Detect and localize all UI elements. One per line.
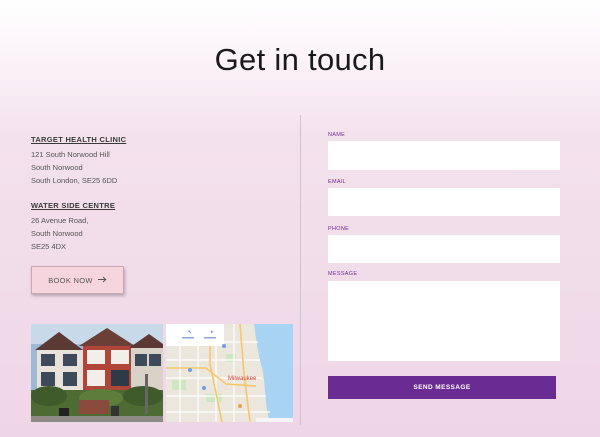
email-input[interactable]: [328, 188, 560, 216]
location-target-health-clinic: TARGET HEALTH CLINIC 121 South Norwood H…: [31, 135, 126, 187]
location-name: TARGET HEALTH CLINIC: [31, 135, 127, 144]
address-line: 121 South Norwood Hill: [31, 150, 110, 159]
address-line: SE25 4DX: [31, 242, 67, 251]
name-input[interactable]: [328, 141, 560, 170]
message-label: MESSAGE: [328, 271, 358, 277]
arrow-right-icon: [97, 276, 107, 285]
page-title: Get in touch: [214, 42, 386, 77]
location-water-side-centre: WATER SIDE CENTRE 26 Avenue Road, South …: [31, 201, 115, 253]
location-map[interactable]: ⬉ ★ Milwaukee: [166, 324, 293, 422]
send-message-button[interactable]: SEND MESSAGE: [328, 376, 556, 399]
email-label: EMAIL: [328, 179, 347, 185]
address-line: South London, SE25 6DD: [31, 176, 118, 185]
message-textarea[interactable]: [328, 281, 560, 361]
location-name: WATER SIDE CENTRE: [31, 201, 116, 210]
address-line: South Norwood: [31, 163, 83, 172]
map-city-label: Milwaukee: [228, 376, 257, 382]
column-divider: [300, 115, 301, 425]
address-line: 26 Avenue Road,: [31, 216, 89, 225]
svg-text:★: ★: [210, 329, 214, 334]
book-now-label: BOOK NOW: [48, 275, 93, 285]
clinic-building-photo: [31, 324, 163, 422]
phone-input[interactable]: [328, 235, 560, 263]
phone-label: PHONE: [328, 226, 350, 232]
address-line: South Norwood: [31, 229, 83, 238]
book-now-button[interactable]: BOOK NOW: [31, 266, 124, 294]
name-label: NAME: [328, 132, 346, 138]
